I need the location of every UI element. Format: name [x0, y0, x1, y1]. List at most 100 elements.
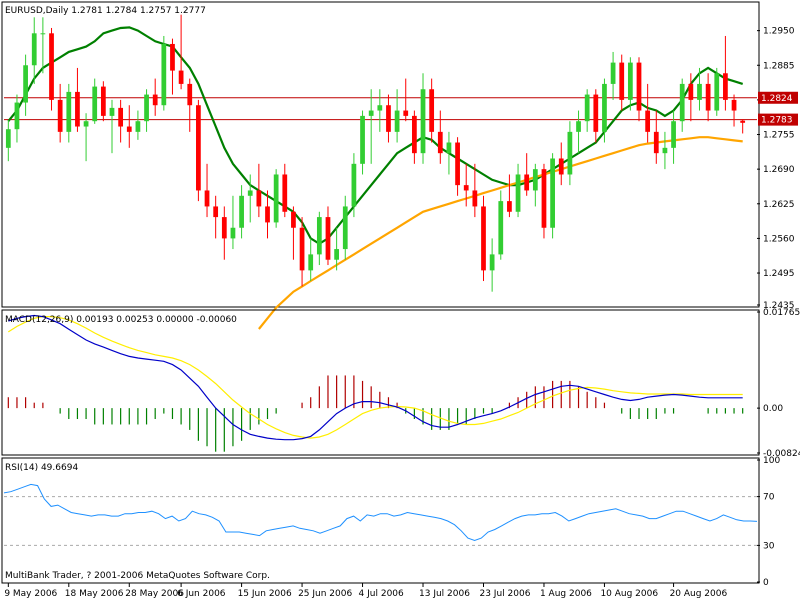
candle-body: [152, 94, 158, 106]
candle-body: [714, 73, 720, 111]
candle-body: [239, 195, 244, 228]
price-level-label-0: 1.2824: [761, 94, 793, 104]
rsi-y-tick-label: 70: [763, 493, 775, 503]
candle-body: [731, 99, 737, 111]
macd-y-tick-label: 0.01765: [763, 308, 800, 318]
price-pane: 1.29501.28851.28201.27551.26901.26251.25…: [1, 1, 798, 330]
candle-body: [325, 217, 331, 260]
macd-signal-line: [7, 316, 743, 439]
candle-body: [429, 89, 435, 132]
chart-window: 1.29501.28851.28201.27551.26901.26251.25…: [0, 0, 800, 600]
candle-body: [394, 110, 400, 132]
candle-body: [273, 174, 279, 223]
candle-body: [265, 206, 270, 223]
candle-body: [386, 105, 391, 132]
time-tick-label: 20 Aug 2006: [670, 589, 728, 599]
candle-body: [213, 206, 219, 218]
candle-body: [636, 62, 642, 111]
rsi-pane-border: [1, 457, 760, 584]
candle-body: [602, 83, 607, 132]
horizontal-lines: 1.2824 1.2783: [4, 91, 798, 126]
rsi-series-line: [3, 483, 758, 542]
macd-pane-border: [1, 309, 760, 456]
candle-body: [403, 110, 409, 116]
candle-body: [75, 91, 80, 127]
candle-body: [662, 147, 668, 154]
rsi-y-tick-label: 30: [763, 541, 775, 551]
candle-body: [463, 185, 469, 191]
candle-body: [170, 43, 175, 71]
candle-body: [291, 211, 296, 228]
candle-body: [49, 33, 54, 100]
candle-body: [705, 83, 711, 111]
candle-body: [489, 254, 495, 271]
candle-body: [368, 110, 374, 116]
candles: [5, 14, 746, 292]
candle-body: [507, 201, 512, 212]
candle-body: [645, 110, 651, 132]
candle-body: [679, 83, 685, 122]
macd-label: MACD(12,26,9) 0.00193 0.00253 0.00000 -0…: [5, 315, 237, 325]
candle-body: [196, 105, 201, 191]
candle-body: [256, 190, 262, 207]
macd-main-line: [8, 314, 743, 441]
macd-y-axis: 0.017650.00-0.00824: [757, 308, 800, 459]
price-y-tick-label: 1.2755: [763, 131, 795, 141]
candle-body: [524, 174, 530, 191]
macd-histogram: [7, 375, 744, 452]
candle-body: [740, 120, 746, 123]
time-axis: 9 May 2006 18 May 2006 28 May 20066 Jun 20…: [4, 583, 727, 599]
candle-body: [14, 102, 20, 130]
candle-body: [178, 70, 184, 84]
candle-body: [532, 169, 538, 191]
candle-body: [247, 190, 253, 196]
candle-body: [723, 73, 728, 100]
candle-body: [144, 94, 149, 122]
time-tick-label: 25 Jun 2006: [298, 589, 352, 599]
candle-body: [308, 254, 314, 271]
time-tick-label: 1 Aug 2006: [540, 589, 592, 599]
macd-pane: 0.017650.00-0.00824 MACD(12,26,9) 0.0019…: [1, 308, 800, 459]
price-y-tick-label: 1.2950: [763, 27, 795, 37]
candle-body: [31, 33, 37, 66]
rsi-levels: [4, 496, 757, 546]
candle-body: [515, 174, 521, 212]
symbol-ohlc-title: EURUSD,Daily 1.2781 1.2784 1.2757 1.2777: [5, 6, 206, 16]
candle-body: [558, 158, 564, 175]
price-y-tick-label: 1.2885: [763, 61, 795, 71]
candle-body: [230, 227, 236, 239]
time-tick-label: 6 Jun 2006: [177, 589, 226, 599]
candle-body: [204, 190, 210, 207]
price-y-tick-label: 1.2560: [763, 234, 795, 244]
candle-body: [40, 33, 46, 35]
candle-body: [187, 83, 193, 106]
candle-body: [437, 131, 443, 154]
candle-body: [420, 89, 426, 154]
candle-body: [360, 115, 365, 164]
candle-body: [282, 174, 288, 212]
candle-body: [126, 126, 132, 132]
rsi-label: RSI(14) 49.6694: [5, 463, 78, 473]
candle-body: [576, 121, 581, 132]
candle-body: [334, 249, 339, 260]
candle-body: [498, 201, 504, 255]
candle-body: [593, 94, 599, 132]
time-tick-label: 13 Jul 2006: [419, 589, 470, 599]
rsi-pane: 100 70 30 0 RSI(14) 49.6694 MultiBank Trade…: [1, 456, 780, 588]
candle-body: [135, 121, 141, 132]
candle-body: [5, 129, 11, 148]
candle-body: [100, 86, 106, 116]
candle-body: [23, 65, 28, 103]
candle-body: [584, 94, 590, 122]
rsi-y-tick-label: 100: [763, 456, 780, 466]
candle-body: [92, 86, 98, 122]
candle-body: [221, 217, 227, 239]
candle-body: [299, 227, 305, 271]
candle-body: [627, 62, 633, 100]
candle-body: [619, 62, 625, 100]
price-y-tick-label: 1.2690: [763, 165, 795, 175]
rsi-line: [3, 483, 758, 542]
candle-body: [446, 142, 452, 154]
candle-body: [550, 158, 555, 228]
candle-body: [481, 206, 486, 271]
